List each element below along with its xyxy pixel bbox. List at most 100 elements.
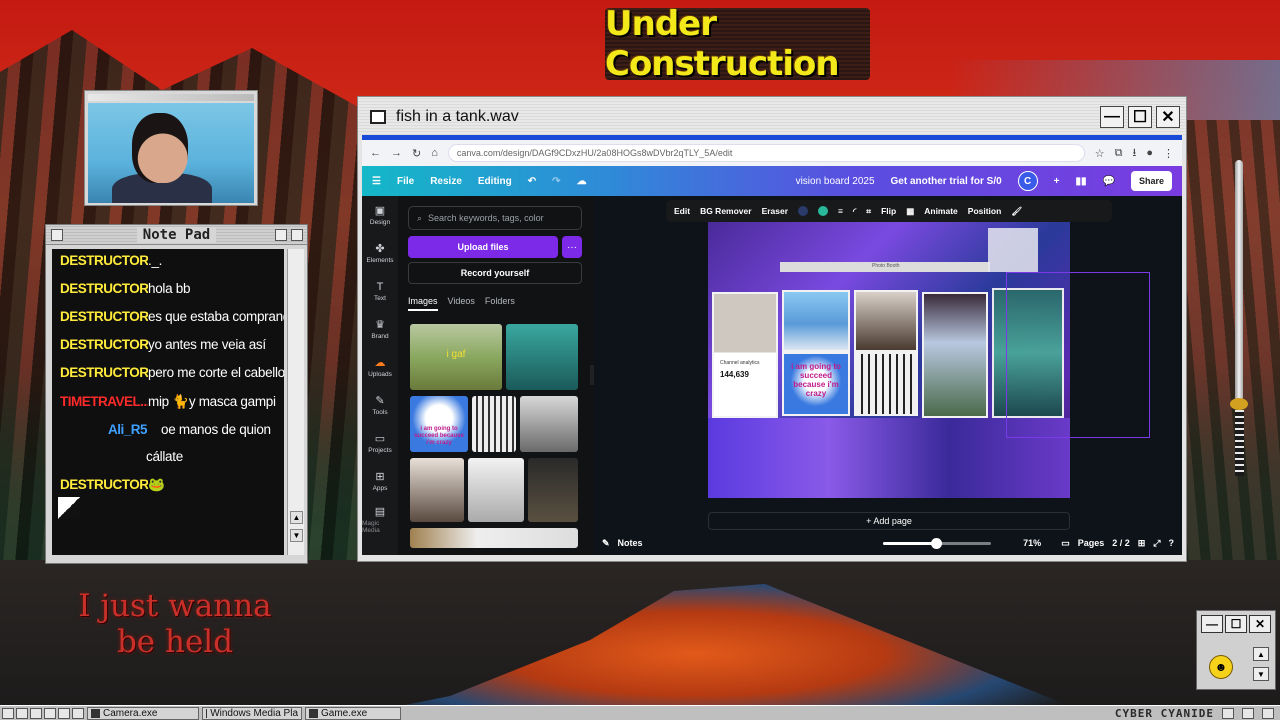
notes-button[interactable]: Notes (618, 538, 643, 548)
maximize-button[interactable]: ☐ (1225, 615, 1247, 633)
help-icon[interactable]: ? (1169, 538, 1175, 548)
quicklaunch-icon[interactable] (58, 707, 70, 719)
sidebar-item-tools[interactable]: ✎ Tools (362, 386, 398, 424)
corner-rounding-icon[interactable]: ◜ (853, 206, 856, 217)
search-input[interactable]: ⌕ Search keywords, tags, color (408, 206, 582, 230)
copy-style-icon[interactable]: 🖌 (1011, 206, 1022, 217)
chat-scrollbar[interactable]: ▲ ▼ (287, 249, 304, 555)
scroll-down-icon[interactable]: ▼ (290, 529, 303, 542)
bookmark-star-icon[interactable]: ☆ (1095, 147, 1105, 160)
share-button[interactable]: Share (1130, 171, 1172, 191)
back-icon[interactable]: ← (370, 147, 381, 159)
scroll-up-icon[interactable]: ▲ (290, 511, 303, 524)
profile-icon[interactable]: ● (1146, 147, 1153, 159)
eraser-button[interactable]: Eraser (762, 206, 788, 216)
sidebar-item-uploads[interactable]: ☁ Uploads (362, 348, 398, 386)
minimize-box-icon[interactable] (275, 229, 287, 241)
extensions-icon[interactable]: ⧉ (1115, 147, 1123, 160)
tab-videos[interactable]: Videos (448, 296, 475, 311)
taskbar-item-game[interactable]: Game.exe (305, 706, 401, 720)
add-page-button[interactable]: + Add page (708, 512, 1070, 530)
url-field[interactable]: canva.com/design/DAGf9CDxzHU/2a08HOGs8wD… (447, 144, 1085, 162)
design-title[interactable]: vision board 2025 (796, 176, 875, 187)
board-photo[interactable] (854, 290, 918, 352)
sidebar-item-design[interactable]: ▣ Design (362, 196, 398, 234)
crop-icon[interactable]: ⌗ (866, 206, 871, 217)
sidebar-item-apps[interactable]: ⊞ Apps (362, 462, 398, 500)
taskbar-item-media-player[interactable]: Windows Media Pla (202, 706, 302, 720)
upload-thumbnail[interactable] (410, 528, 578, 548)
sidebar-item-brand[interactable]: ♛ Brand (362, 310, 398, 348)
forward-icon[interactable]: → (391, 147, 402, 159)
upload-thumbnail[interactable] (410, 458, 464, 522)
edit-button[interactable]: Edit (674, 206, 690, 216)
trial-button[interactable]: Get another trial for S/0 (891, 176, 1002, 187)
border-style-icon[interactable]: ≡ (838, 206, 843, 216)
quicklaunch-icon[interactable] (72, 707, 84, 719)
download-icon[interactable]: ⭳ (1132, 144, 1136, 163)
cloud-save-icon[interactable]: ☁ (577, 176, 587, 187)
position-button[interactable]: Position (968, 206, 1002, 216)
resize-menu[interactable]: Resize (430, 176, 462, 187)
upload-thumbnail[interactable] (506, 324, 578, 390)
hamburger-icon[interactable]: ☰ (372, 176, 381, 187)
scroll-down-icon[interactable]: ▼ (1253, 667, 1269, 681)
scroll-up-icon[interactable]: ▲ (1253, 647, 1269, 661)
close-box-icon[interactable] (51, 229, 63, 241)
color-swatch[interactable] (818, 206, 829, 216)
board-photo[interactable] (854, 352, 918, 416)
more-options-icon[interactable]: ··· (562, 236, 582, 258)
comments-icon[interactable]: 💬 (1103, 176, 1115, 187)
pages-icon[interactable]: ▭ (1061, 538, 1070, 549)
zoom-slider[interactable] (883, 537, 992, 549)
upload-thumbnail[interactable] (472, 396, 516, 452)
undo-icon[interactable]: ↶ (528, 176, 536, 187)
sidebar-item-text[interactable]: T Text (362, 272, 398, 310)
zoom-level[interactable]: 71% (1023, 538, 1041, 548)
window-titlebar[interactable]: fish in a tank.wav (358, 97, 1186, 137)
add-collaborator-icon[interactable]: + (1054, 176, 1060, 187)
upload-thumbnail[interactable] (520, 396, 578, 452)
board-photo[interactable] (782, 290, 850, 352)
selection-box[interactable] (1006, 272, 1150, 438)
close-button[interactable]: ✕ (1249, 615, 1271, 633)
upload-thumbnail[interactable]: i am going to succeed because i'm crazy (410, 396, 468, 452)
grid-view-icon[interactable]: ⊞ (1138, 538, 1146, 549)
quicklaunch-icon[interactable] (30, 707, 42, 719)
minimize-button[interactable]: — (1100, 106, 1124, 128)
flip-button[interactable]: Flip (881, 206, 896, 216)
home-icon[interactable]: ⌂ (431, 147, 438, 159)
quicklaunch-icon[interactable] (44, 707, 56, 719)
tab-folders[interactable]: Folders (485, 296, 515, 311)
board-photo[interactable] (922, 292, 988, 418)
redo-icon[interactable]: ↷ (552, 176, 560, 187)
fullscreen-icon[interactable]: ⤢ (1153, 538, 1160, 549)
taskbar-item-camera[interactable]: Camera.exe (87, 706, 199, 720)
start-icon[interactable] (2, 707, 14, 719)
board-photo[interactable]: Channel analytics 144,639 (712, 292, 778, 418)
insights-icon[interactable]: ▮▮ (1076, 176, 1087, 187)
tray-icon[interactable] (1262, 708, 1274, 719)
pages-button[interactable]: Pages (1078, 538, 1105, 548)
user-avatar[interactable]: C (1017, 171, 1038, 191)
record-yourself-button[interactable]: Record yourself (408, 262, 582, 284)
sidebar-item-magic-media[interactable]: ▤ Magic Media (362, 500, 398, 538)
notepad-titlebar[interactable]: Note Pad (46, 225, 307, 245)
zoom-slider-knob[interactable] (931, 537, 943, 549)
upload-files-button[interactable]: Upload files (408, 236, 558, 258)
tray-icon[interactable] (1222, 708, 1234, 719)
upload-thumbnail[interactable] (528, 458, 578, 522)
upload-thumbnail[interactable] (468, 458, 524, 522)
notes-icon[interactable]: ✎ (602, 538, 610, 549)
editing-mode-dropdown[interactable]: Editing (478, 176, 512, 187)
sidebar-item-elements[interactable]: ✤ Elements (362, 234, 398, 272)
close-button[interactable]: ✕ (1156, 106, 1180, 128)
maximize-box-icon[interactable] (291, 229, 303, 241)
browser-menu-icon[interactable]: ⋮ (1163, 147, 1174, 160)
bg-remover-button[interactable]: BG Remover (700, 206, 752, 216)
sidebar-item-projects[interactable]: ▭ Projects (362, 424, 398, 462)
quicklaunch-icon[interactable] (16, 707, 28, 719)
tray-icon[interactable] (1242, 708, 1254, 719)
transparency-icon[interactable]: ▦ (906, 206, 914, 217)
animate-button[interactable]: Animate (924, 206, 958, 216)
